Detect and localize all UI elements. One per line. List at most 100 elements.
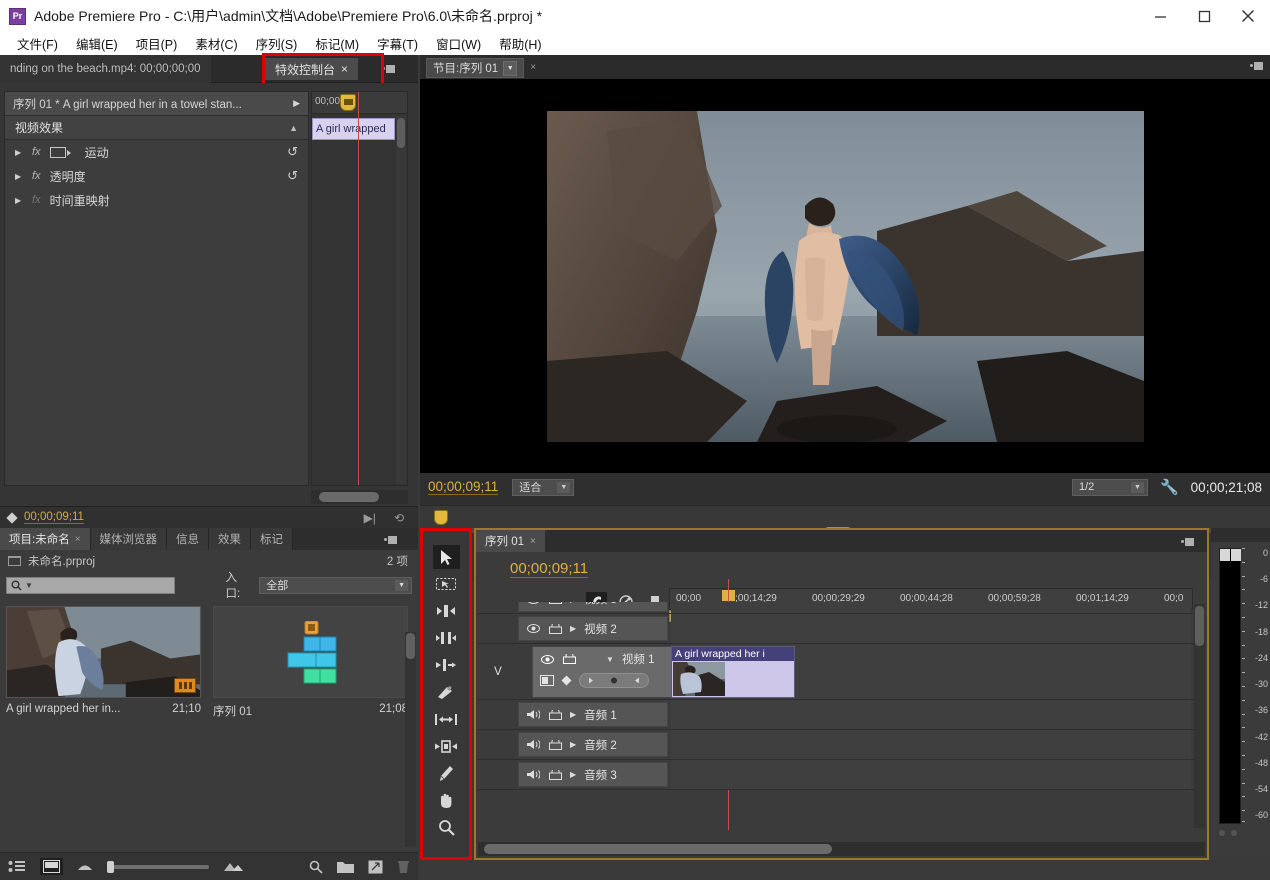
- panel-menu-icon[interactable]: [382, 63, 396, 74]
- eye-icon[interactable]: [526, 602, 540, 605]
- audio-meter-channels[interactable]: [1219, 548, 1241, 824]
- reset-icon[interactable]: ↺: [287, 144, 298, 160]
- keyframe-navigator[interactable]: [579, 673, 649, 691]
- loop-icon[interactable]: ⟲: [394, 511, 404, 525]
- effect-clip-header[interactable]: 序列 01 * A girl wrapped her in a towel st…: [5, 92, 308, 116]
- program-monitor-video[interactable]: [420, 79, 1270, 473]
- track-row-video-1[interactable]: V ▼ 视频 1: [478, 644, 1205, 700]
- panel-menu-icon[interactable]: [384, 534, 398, 545]
- project-vscrollbar[interactable]: [405, 632, 416, 847]
- effect-timeline-ruler[interactable]: 00;00: [312, 92, 407, 114]
- track-header-video-1[interactable]: ▼ 视频 1: [532, 646, 682, 698]
- effect-timeline-vscrollbar[interactable]: [396, 116, 406, 484]
- disclosure-triangle-icon[interactable]: ▶: [15, 172, 23, 181]
- icon-view-button[interactable]: [40, 858, 63, 875]
- speaker-icon[interactable]: [526, 739, 540, 751]
- disclosure-triangle-down-icon[interactable]: ▼: [606, 655, 614, 664]
- disclosure-triangle-icon[interactable]: ▶: [570, 770, 576, 779]
- set-display-style-icon[interactable]: [540, 675, 554, 689]
- hand-tool[interactable]: [433, 788, 460, 812]
- effect-row-motion[interactable]: ▶ fx 运动 ↺: [5, 140, 308, 164]
- track-area-video-2[interactable]: [671, 614, 1191, 643]
- disclosure-triangle-icon[interactable]: ▶: [570, 602, 576, 604]
- menu-clip[interactable]: 素材(C): [186, 32, 246, 55]
- program-duration-timecode[interactable]: 00;00;21;08: [1191, 480, 1262, 495]
- effect-timeline-clip[interactable]: A girl wrapped: [312, 118, 395, 140]
- eye-icon[interactable]: [540, 653, 554, 665]
- tab-info[interactable]: 信息: [167, 528, 209, 550]
- track-row-video-3[interactable]: ▶ 视频 3: [478, 602, 1205, 614]
- pen-tool[interactable]: [433, 761, 460, 785]
- track-area-audio-3[interactable]: [671, 760, 1191, 789]
- effect-row-time-remapping[interactable]: ▶ fx 时间重映射: [5, 188, 308, 212]
- eye-icon[interactable]: [526, 623, 540, 635]
- lock-icon[interactable]: [548, 709, 562, 721]
- program-current-timecode[interactable]: 00;00;09;11: [428, 479, 498, 495]
- tab-sequence-01[interactable]: 序列 01 ×: [476, 530, 545, 552]
- delete-button[interactable]: [397, 860, 410, 874]
- scrubber-marker-icon[interactable]: [434, 510, 448, 525]
- disclosure-triangle-icon[interactable]: ▶: [15, 196, 23, 205]
- audio-meter-tabstrip[interactable]: [1211, 528, 1270, 542]
- play-range-icon[interactable]: ▶|: [364, 511, 376, 525]
- tab-project[interactable]: 项目:未命名 ×: [0, 528, 91, 550]
- disclosure-triangle-icon[interactable]: ▶: [570, 624, 576, 633]
- effect-controls-timeline[interactable]: 00;00 A girl wrapped: [311, 91, 408, 486]
- menu-sequence[interactable]: 序列(S): [247, 32, 307, 55]
- selection-tool[interactable]: [433, 545, 460, 569]
- close-icon[interactable]: ×: [341, 62, 348, 76]
- menu-project[interactable]: 项目(P): [127, 32, 187, 55]
- audio-meter-buttons[interactable]: [1219, 830, 1237, 836]
- track-header-audio-2[interactable]: ▶ 音频 2: [518, 732, 668, 757]
- chevron-up-icon[interactable]: ▲: [289, 123, 298, 133]
- panel-menu-icon[interactable]: [1181, 536, 1195, 547]
- tab-program-monitor[interactable]: 节目:序列 01 ▼: [426, 58, 524, 78]
- fit-select[interactable]: 适合 ▼: [512, 479, 574, 496]
- track-area-video-3[interactable]: [671, 602, 1191, 613]
- zoom-select[interactable]: 1/2 ▼: [1072, 479, 1148, 496]
- track-row-video-2[interactable]: ▶ 视频 2: [478, 614, 1205, 644]
- menu-title[interactable]: 字幕(T): [368, 32, 427, 55]
- close-icon[interactable]: ×: [530, 62, 536, 73]
- menu-help[interactable]: 帮助(H): [490, 32, 550, 55]
- menu-edit[interactable]: 编辑(E): [67, 32, 127, 55]
- disclosure-triangle-icon[interactable]: ▶: [570, 740, 576, 749]
- speaker-icon[interactable]: [526, 709, 540, 721]
- find-button[interactable]: [309, 860, 323, 874]
- automate-to-sequence-button[interactable]: [77, 861, 93, 872]
- track-row-audio-3[interactable]: ▶ 音频 3: [478, 760, 1205, 790]
- menu-marker[interactable]: 标记(M): [306, 32, 368, 55]
- track-row-audio-1[interactable]: ▶ 音频 1: [478, 700, 1205, 730]
- disclosure-triangle-icon[interactable]: ▶: [15, 148, 23, 157]
- track-area-audio-2[interactable]: [671, 730, 1191, 759]
- sequence-marker-icon[interactable]: [340, 94, 356, 111]
- project-root-row[interactable]: 未命名.prproj 2 项: [0, 550, 418, 572]
- disclosure-triangle-icon[interactable]: ▶: [570, 710, 576, 719]
- lock-icon[interactable]: [548, 739, 562, 751]
- close-button[interactable]: [1226, 0, 1270, 32]
- track-row-audio-2[interactable]: ▶ 音频 2: [478, 730, 1205, 760]
- track-area-audio-1[interactable]: [671, 700, 1191, 729]
- lock-icon[interactable]: [562, 653, 576, 665]
- video-effects-section[interactable]: 视频效果 ▲: [5, 116, 308, 140]
- tab-media-browser[interactable]: 媒体浏览器: [91, 528, 168, 550]
- search-input[interactable]: ▼: [6, 577, 175, 594]
- slide-tool[interactable]: [433, 734, 460, 758]
- list-view-button[interactable]: [8, 860, 26, 873]
- close-icon[interactable]: ×: [530, 536, 536, 547]
- zoom-tool[interactable]: [433, 815, 460, 839]
- menu-window[interactable]: 窗口(W): [427, 32, 490, 55]
- razor-tool[interactable]: [433, 680, 460, 704]
- timeline-vscrollbar[interactable]: [1194, 604, 1205, 828]
- track-header-video-2[interactable]: ▶ 视频 2: [518, 616, 668, 641]
- close-icon[interactable]: ×: [75, 534, 81, 545]
- track-header-audio-3[interactable]: ▶ 音频 3: [518, 762, 668, 787]
- chevron-down-icon[interactable]: ▼: [503, 61, 517, 76]
- menu-file[interactable]: 文件(F): [8, 32, 67, 55]
- effect-controls-timecode[interactable]: 00;00;09;11: [24, 511, 84, 524]
- minimize-button[interactable]: [1138, 0, 1182, 32]
- chevron-right-icon[interactable]: ▶: [293, 98, 300, 109]
- track-header-video-3[interactable]: ▶ 视频 3: [518, 602, 668, 612]
- source-track-indicator-v[interactable]: V: [480, 644, 516, 699]
- panel-menu-icon[interactable]: [1250, 60, 1264, 71]
